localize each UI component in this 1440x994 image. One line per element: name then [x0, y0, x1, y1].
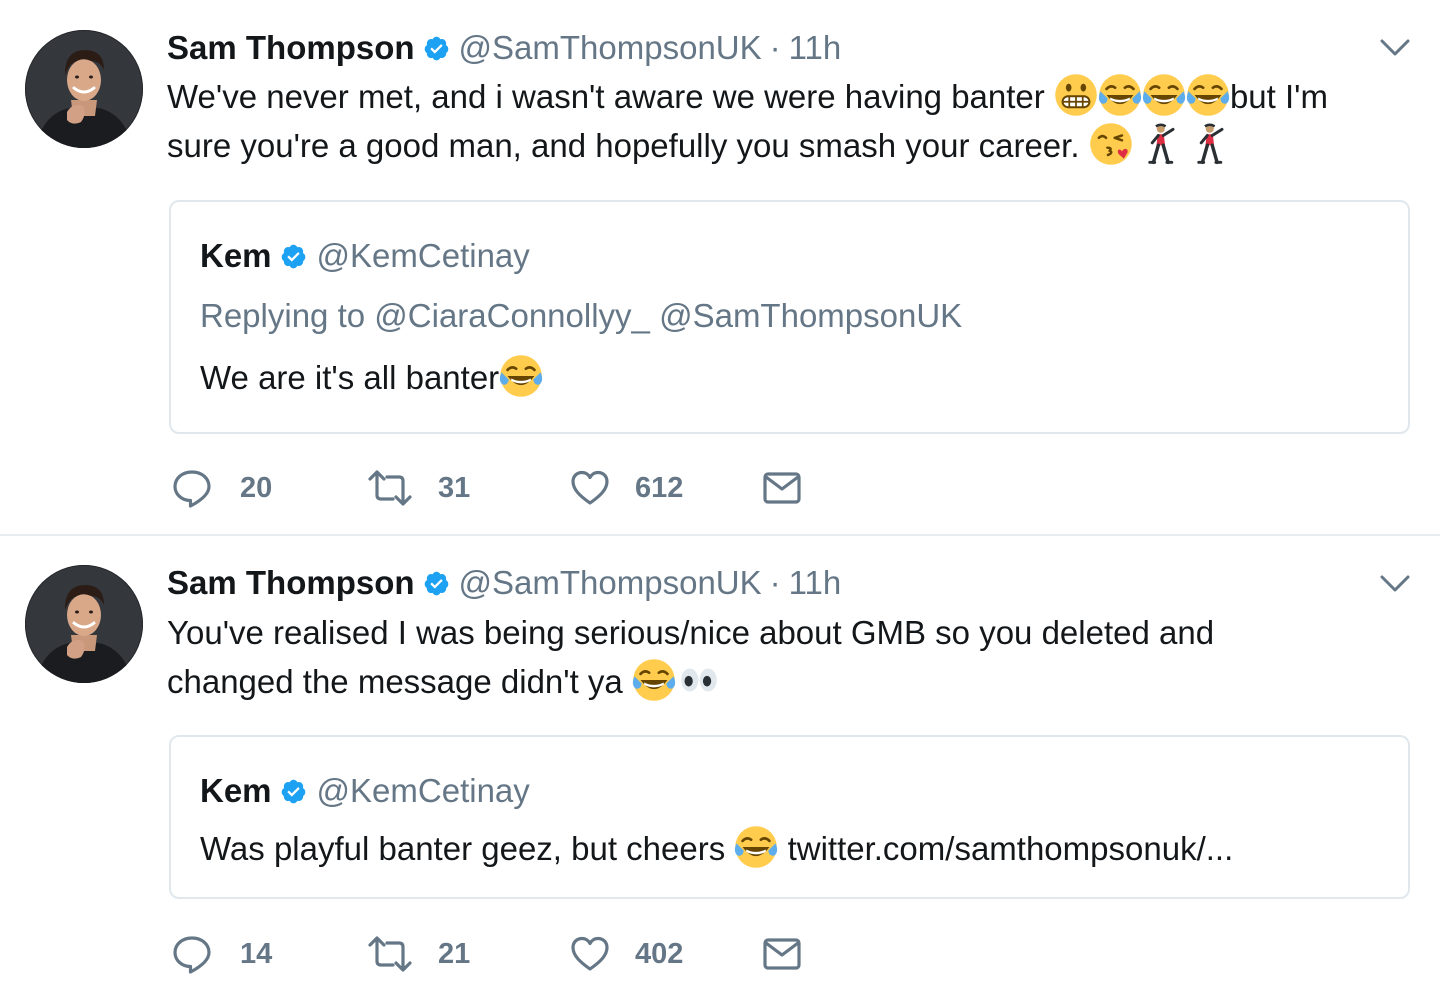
tweet-actions: 20 31 612: [172, 466, 806, 510]
tweet-text-line-2: changed the message didn't ya: [167, 657, 1412, 706]
author-name[interactable]: Sam Thompson: [167, 29, 415, 67]
face-with-tears-of-joy-icon: [632, 658, 676, 702]
reply-button[interactable]: 20: [172, 468, 368, 508]
envelope-icon: [762, 934, 802, 974]
quoted-tweet-header: Kem @KemCetinay: [200, 771, 530, 811]
face-with-tears-of-joy-icon: [1186, 73, 1230, 117]
grimacing-face-icon: [1054, 73, 1098, 117]
timestamp[interactable]: 11h: [789, 29, 842, 67]
reply-icon: [172, 468, 212, 508]
like-count: 402: [635, 937, 684, 970]
quoted-author-handle: @KemCetinay: [316, 772, 530, 809]
like-count: 612: [635, 471, 684, 504]
eyes-icon: [676, 658, 722, 702]
direct-message-button[interactable]: [762, 468, 806, 508]
face-with-tears-of-joy-icon: [734, 825, 778, 869]
text-segment: You've realised I was being serious/nice…: [167, 614, 1215, 651]
verified-badge-icon: [423, 35, 450, 62]
chevron-down-icon[interactable]: [1380, 574, 1410, 594]
man-dancing-icon: [1191, 122, 1231, 166]
chevron-down-icon[interactable]: [1380, 38, 1410, 58]
text-segment: We've never met, and i wasn't aware we w…: [167, 78, 1054, 115]
replying-to-label: Replying to: [200, 297, 366, 334]
reply-count: 14: [240, 937, 273, 970]
quoted-tweet[interactable]: Kem @KemCetinay Was playful banter geez,…: [169, 735, 1410, 899]
replying-to: Replying to @CiaraConnollyy_ @SamThompso…: [200, 297, 962, 335]
text-segment: We are it's all banter: [200, 359, 500, 396]
quoted-link[interactable]: twitter.com/samthompsonuk/...: [788, 830, 1234, 867]
mention-link[interactable]: @CiaraConnollyy_: [374, 297, 650, 334]
quoted-tweet-header: Kem @KemCetinay: [200, 236, 530, 276]
like-button[interactable]: 402: [570, 934, 762, 974]
separator: ·: [769, 29, 781, 66]
tweet-header: Sam Thompson @SamThompsonUK · 11h: [167, 563, 841, 603]
verified-badge-icon: [423, 570, 450, 597]
face-blowing-a-kiss-icon: [1089, 122, 1133, 166]
author-handle[interactable]: @SamThompsonUK: [459, 564, 762, 602]
man-dancing-icon: [1142, 122, 1182, 166]
avatar[interactable]: [25, 565, 143, 683]
author-name[interactable]: Sam Thompson: [167, 564, 415, 602]
quoted-tweet-text: Was playful banter geez, but cheers twit…: [200, 825, 1233, 869]
avatar[interactable]: [25, 30, 143, 148]
tweet-2[interactable]: Sam Thompson @SamThompsonUK · 11h You've…: [0, 536, 1440, 994]
tweet-text-line-2: sure you're a good man, and hopefully yo…: [167, 121, 1412, 170]
tweet-1[interactable]: Sam Thompson @SamThompsonUK · 11h We've …: [0, 0, 1440, 536]
like-button[interactable]: 612: [570, 468, 762, 508]
heart-icon: [570, 934, 610, 974]
reply-icon: [172, 934, 212, 974]
tweet-header: Sam Thompson @SamThompsonUK · 11h: [167, 28, 841, 68]
quoted-tweet[interactable]: Kem @KemCetinay Replying to @CiaraConnol…: [169, 200, 1410, 434]
text-segment: changed the message didn't ya: [167, 663, 632, 700]
face-with-tears-of-joy-icon: [1098, 73, 1142, 117]
quoted-author-name: Kem: [200, 772, 272, 809]
retweet-icon: [368, 468, 412, 508]
author-handle[interactable]: @SamThompsonUK: [459, 29, 762, 67]
tweet-text: We've never met, and i wasn't aware we w…: [167, 72, 1412, 170]
heart-icon: [570, 468, 610, 508]
timestamp[interactable]: 11h: [789, 564, 842, 602]
quoted-author-name: Kem: [200, 237, 272, 274]
reply-count: 20: [240, 471, 273, 504]
tweet-actions: 14 21 402: [172, 932, 806, 976]
tweet-text-line-1: We've never met, and i wasn't aware we w…: [167, 72, 1412, 121]
quoted-tweet-text: We are it's all banter: [200, 354, 543, 398]
retweet-count: 21: [438, 937, 471, 970]
separator: ·: [769, 564, 781, 601]
text-segment: sure you're a good man, and hopefully yo…: [167, 127, 1089, 164]
retweet-button[interactable]: 31: [368, 468, 570, 508]
reply-button[interactable]: 14: [172, 934, 368, 974]
quoted-author-handle: @KemCetinay: [316, 237, 530, 274]
retweet-icon: [368, 934, 412, 974]
tweet-text-line-1: You've realised I was being serious/nice…: [167, 608, 1412, 657]
envelope-icon: [762, 468, 802, 508]
verified-badge-icon: [280, 778, 307, 805]
direct-message-button[interactable]: [762, 934, 806, 974]
mention-link[interactable]: @SamThompsonUK: [659, 297, 962, 334]
text-segment: Was playful banter geez, but cheers: [200, 830, 735, 867]
face-with-tears-of-joy-icon: [499, 354, 543, 398]
tweet-text: You've realised I was being serious/nice…: [167, 608, 1412, 706]
retweet-count: 31: [438, 471, 471, 504]
text-segment: but I'm: [1229, 78, 1328, 115]
retweet-button[interactable]: 21: [368, 934, 570, 974]
face-with-tears-of-joy-icon: [1142, 73, 1186, 117]
verified-badge-icon: [280, 243, 307, 270]
